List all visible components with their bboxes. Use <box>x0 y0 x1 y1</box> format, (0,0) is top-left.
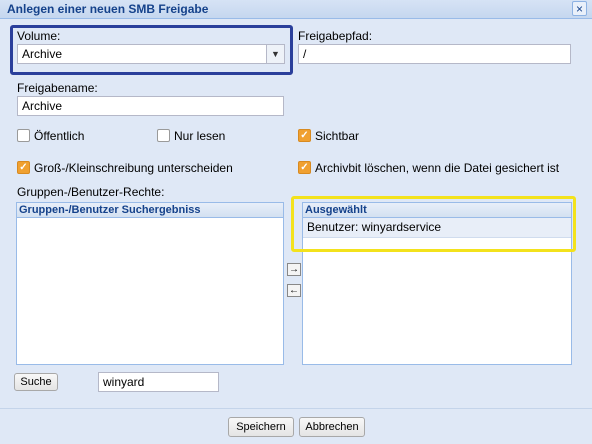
dialog-titlebar: Anlegen einer neuen SMB Freigabe × <box>0 0 592 19</box>
case-sensitive-label: Groß-/Kleinschreibung unterscheiden <box>34 161 233 175</box>
read-only-checkbox[interactable] <box>157 129 170 142</box>
arrow-left-icon[interactable]: ← <box>287 284 301 297</box>
share-path-value: / <box>303 47 307 61</box>
search-results-panel[interactable]: Gruppen-/Benutzer Suchergebniss <box>16 202 284 365</box>
rights-label: Gruppen-/Benutzer-Rechte: <box>17 185 165 199</box>
share-name-label: Freigabename: <box>17 81 98 95</box>
case-sensitive-checkbox[interactable]: ✓ <box>17 161 30 174</box>
search-results-header: Gruppen-/Benutzer Suchergebniss <box>17 203 283 218</box>
read-only-label: Nur lesen <box>174 129 226 143</box>
share-name-input[interactable]: Archive <box>17 96 284 116</box>
visible-label: Sichtbar <box>315 129 360 143</box>
search-value: winyard <box>103 375 145 389</box>
dialog-title: Anlegen einer neuen SMB Freigabe <box>7 2 209 16</box>
search-button[interactable]: Suche <box>14 373 58 391</box>
footer-divider <box>0 408 592 409</box>
share-path-label: Freigabepfad: <box>298 29 373 43</box>
save-button[interactable]: Speichern <box>228 417 294 437</box>
search-input[interactable]: winyard <box>98 372 219 392</box>
selected-highlight <box>291 196 576 252</box>
arrow-right-icon[interactable]: → <box>287 263 301 276</box>
close-icon[interactable]: × <box>572 1 587 16</box>
public-label: Öffentlich <box>34 129 85 143</box>
visible-checkbox[interactable]: ✓ <box>298 129 311 142</box>
public-checkbox[interactable] <box>17 129 30 142</box>
archive-bit-label: Archivbit löschen, wenn die Datei gesich… <box>315 161 560 175</box>
volume-highlight <box>10 25 293 75</box>
cancel-button[interactable]: Abbrechen <box>299 417 365 437</box>
archive-bit-checkbox[interactable]: ✓ <box>298 161 311 174</box>
share-path-input[interactable]: / <box>298 44 571 64</box>
share-name-value: Archive <box>22 99 63 113</box>
